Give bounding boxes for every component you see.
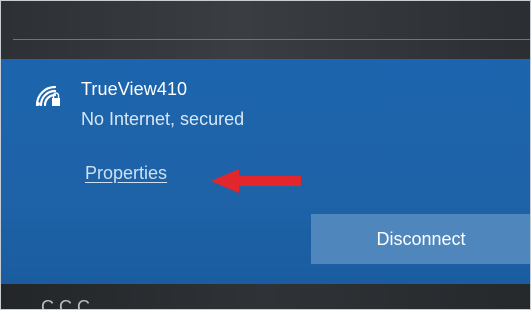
wifi-secured-icon: [35, 85, 60, 107]
properties-link[interactable]: Properties: [85, 163, 167, 184]
previous-network-strip: [1, 1, 530, 59]
red-arrow-icon: [211, 169, 301, 193]
next-network-partial-label: C C C: [41, 297, 90, 310]
network-name: TrueView410: [81, 79, 188, 99]
divider: [13, 39, 530, 40]
network-status: No Internet, secured: [81, 109, 245, 129]
wifi-flyout-screenshot: TrueView410 No Internet, secured Propert…: [0, 0, 531, 310]
disconnect-button[interactable]: Disconnect: [311, 214, 530, 264]
